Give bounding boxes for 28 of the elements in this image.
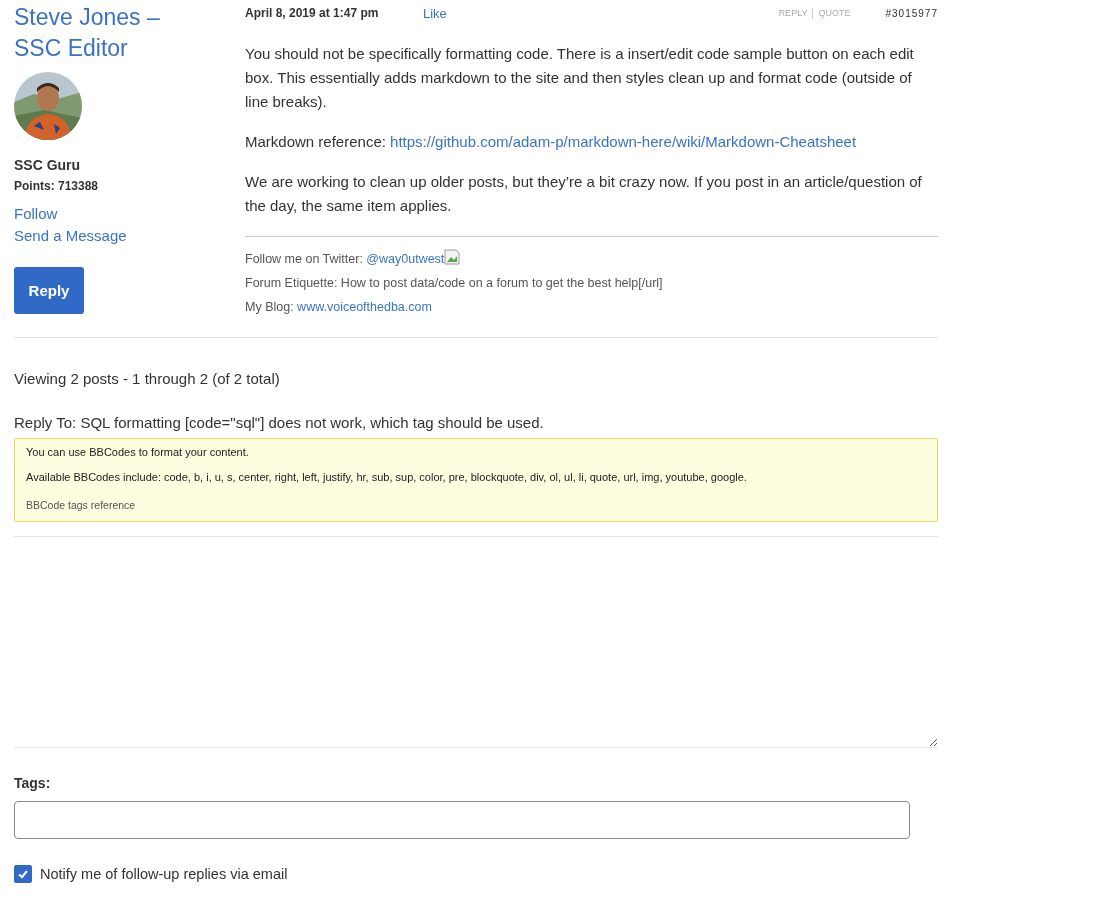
author-points: Points: 713388 xyxy=(14,179,100,193)
post-link[interactable]: https://github.com/adam-p/markdown-here/wiki/Markdown-Cheatsheet xyxy=(390,133,857,150)
post-id: #3015977 xyxy=(885,7,938,19)
signature-link[interactable]: www.voiceofthedba.com xyxy=(297,300,432,314)
author-rank: SSC Guru xyxy=(14,157,82,173)
author-name[interactable]: Steve Jones – SSC Editor xyxy=(14,2,184,64)
like-link[interactable]: Like xyxy=(423,5,447,21)
signature-link[interactable]: @way0utwest xyxy=(366,252,445,266)
notice-text: You can use BBCodes to format your content. xyxy=(26,445,250,459)
post-paragraph: Markdown reference: https://github.com/adam-p/markdown-here/wiki/Markdown-Cheatsheet xyxy=(245,132,858,152)
post-date: April 8, 2019 at 1:47 pm xyxy=(245,6,380,20)
bbcode-reference-link[interactable]: BBCode tags reference xyxy=(26,499,136,511)
notify-label: Notify me of follow-up replies via email xyxy=(40,866,288,882)
signature-line: Follow me on Twitter: @way0utwest xyxy=(245,247,938,271)
author-link[interactable]: Follow xyxy=(14,205,58,222)
tags-input-field[interactable] xyxy=(14,801,910,839)
signature-line: Forum Etiquette: How to post data/code on a forum to get the best help[/url] xyxy=(245,275,664,292)
checkmark-icon xyxy=(17,868,29,880)
notice-text: Available BBCodes include: code, b, i, u, s, center, right, left, justify, hr, sub, sup, color, pre, blockquote, div, ol, ul, li, quote, url, img, youtube, google. xyxy=(26,470,748,484)
reply-button[interactable]: Reply xyxy=(14,267,84,314)
author-link[interactable]: Send a Message xyxy=(14,227,127,244)
post-paragraph: We are working to clean up older posts, but they’re a bit crazy now. If you post in an article/question of the day, the same item applies. xyxy=(245,172,923,216)
post-paragraph: You should not be specifically formatting code. There is a insert/edit code sample button on each edit box. This essentially adds markdown to the site and then styles clean up and format code (outside of line breaks). xyxy=(245,44,915,112)
reply-form-title: Reply To: SQL formatting [code="sql"] does not work, which tag should be used. xyxy=(14,414,545,431)
signature-line: My Blog: www.voiceofthedba.com xyxy=(245,299,433,316)
tags-label: Tags: xyxy=(14,775,52,791)
viewing-count: Viewing 2 posts - 1 through 2 (of 2 total) xyxy=(14,370,281,387)
notify-checkbox[interactable] xyxy=(14,865,32,883)
